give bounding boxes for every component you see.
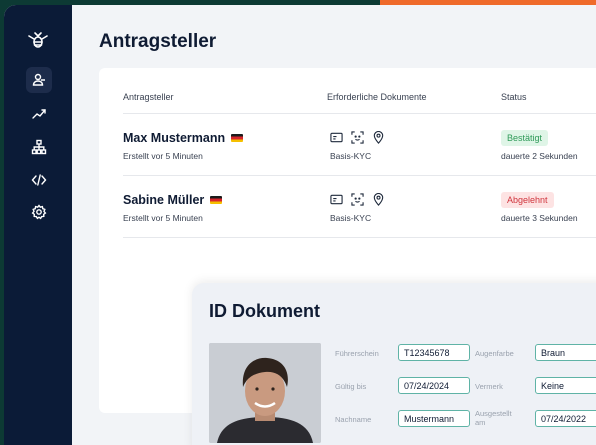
header-divider xyxy=(123,113,596,114)
trend-chart-icon xyxy=(32,109,46,119)
issued-label: Ausgestellt am xyxy=(475,409,512,427)
license-number-field[interactable]: T12345678 xyxy=(398,344,470,361)
valid-until-label: Gültig bis xyxy=(335,382,367,391)
sidebar-item-users[interactable] xyxy=(26,67,52,93)
applicant-name: Max Mustermann xyxy=(123,131,244,145)
created-time: Erstellt vor 5 Minuten xyxy=(123,151,203,161)
document-icons xyxy=(330,193,385,206)
table-row[interactable]: Sabine Müller Erstellt vor 5 Minuten Bas… xyxy=(99,192,596,253)
sidebar-item-analytics[interactable] xyxy=(26,101,52,127)
lastname-field[interactable]: Mustermann xyxy=(398,410,470,427)
lastname-label: Nachname xyxy=(335,415,372,424)
id-card-icon xyxy=(330,132,343,143)
required-docs: Basis-KYC xyxy=(330,213,372,223)
bee-logo-icon[interactable] xyxy=(26,29,50,53)
status-badge: Abgelehnt xyxy=(501,192,554,208)
sidebar-item-developer[interactable] xyxy=(26,167,52,193)
license-label: Führerschein xyxy=(335,349,379,358)
page-title: Antragsteller xyxy=(99,31,217,52)
id-card-icon xyxy=(330,194,343,205)
de-flag-icon xyxy=(210,196,223,204)
created-time: Erstellt vor 5 Minuten xyxy=(123,213,203,223)
location-pin-icon xyxy=(373,131,384,144)
column-header-applicant[interactable]: Antragsteller xyxy=(123,92,174,102)
required-docs: Basis-KYC xyxy=(330,151,372,161)
issued-date-field[interactable]: 07/24/2022 xyxy=(535,410,596,427)
row-divider xyxy=(123,237,596,238)
sidebar xyxy=(4,5,72,445)
duration-text: dauerte 3 Sekunden xyxy=(501,213,578,223)
note-field[interactable]: Keine xyxy=(535,377,596,394)
face-scan-icon xyxy=(351,131,364,144)
org-hierarchy-icon xyxy=(31,139,47,155)
applicant-name-text: Sabine Müller xyxy=(123,193,205,207)
id-photo xyxy=(209,343,321,443)
status-badge: Bestätigt xyxy=(501,130,549,146)
row-divider xyxy=(123,175,596,176)
sidebar-item-settings[interactable] xyxy=(26,199,52,225)
gear-icon xyxy=(31,204,47,220)
eye-color-field[interactable]: Braun xyxy=(535,344,596,361)
face-scan-icon xyxy=(351,193,364,206)
document-icons xyxy=(330,131,385,144)
applicant-name: Sabine Müller xyxy=(123,193,223,207)
table-row[interactable]: Max Mustermann Erstellt vor 5 Minuten Ba… xyxy=(99,130,596,191)
eye-color-label: Augenfarbe xyxy=(475,349,514,358)
applicant-name-text: Max Mustermann xyxy=(123,131,226,145)
column-header-status[interactable]: Status xyxy=(501,92,527,102)
note-label: Vermerk xyxy=(475,382,503,391)
column-header-documents[interactable]: Erforderliche Dokumente xyxy=(327,92,427,102)
sidebar-item-hierarchy[interactable] xyxy=(26,134,52,160)
valid-until-field[interactable]: 07/24/2024 xyxy=(398,377,470,394)
app-window: Antragsteller Antragsteller Erforderlich… xyxy=(4,5,596,445)
duration-text: dauerte 2 Sekunden xyxy=(501,151,578,161)
de-flag-icon xyxy=(231,134,244,142)
main-content: Antragsteller Antragsteller Erforderlich… xyxy=(72,5,596,445)
location-pin-icon xyxy=(373,193,384,206)
code-icon xyxy=(31,174,47,186)
users-icon xyxy=(32,73,45,86)
id-document-panel: ID Dokument Führerschein T12345678 Augen… xyxy=(192,283,596,445)
id-panel-title: ID Dokument xyxy=(209,301,321,321)
